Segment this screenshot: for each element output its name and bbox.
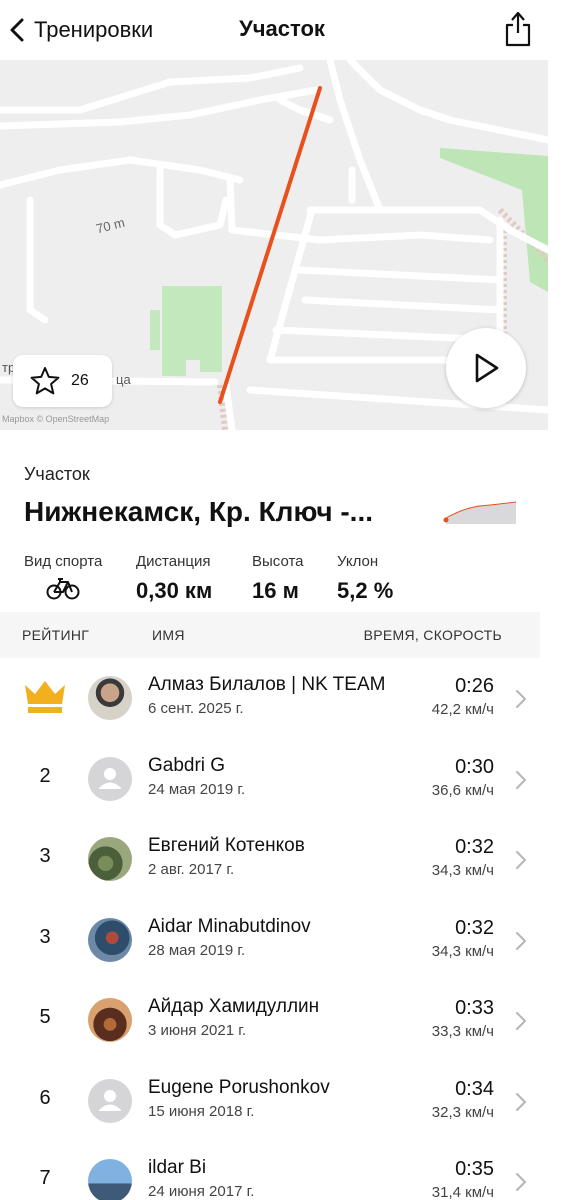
user-placeholder-icon [99,767,121,789]
effort-date: 2 авг. 2017 г. [148,861,235,878]
grade-value: 5,2 % [337,578,394,603]
athlete-name[interactable]: Айдар Хамидуллин [148,996,319,1018]
effort-date: 6 сент. 2025 г. [148,700,244,717]
chevron-right-icon [516,1012,526,1030]
avatar[interactable] [88,837,132,881]
effort-time: 0:26 [455,675,494,697]
leaderboard-row[interactable]: Алмаз Билалов | NK TEAM 6 сент. 2025 г. … [0,658,564,738]
effort-time: 0:30 [455,755,494,778]
leaderboard-header: РЕЙТИНГ ИМЯ ВРЕМЯ, СКОРОСТЬ [0,612,540,658]
effort-time: 0:33 [455,997,494,1019]
elevation-label: Высота [252,553,304,570]
street-label: ца [116,372,131,387]
effort-date: 28 мая 2019 г. [148,941,246,959]
chevron-right-icon [516,1092,526,1111]
avatar[interactable] [88,676,132,720]
elevation-value: 16 м [252,578,299,603]
user-placeholder-icon [99,1089,121,1111]
bicycle-icon [46,578,80,600]
play-button[interactable] [446,328,526,408]
effort-date: 24 мая 2019 г. [148,780,246,798]
chevron-right-icon [516,1173,526,1191]
leaderboard-row[interactable]: 7 ildar Bi 24 июня 2017 г. 0:35 31,4 км/ч [0,1141,564,1200]
segment-name: Нижнекамск, Кр. Ключ -... [24,496,374,527]
distance-value: 0,30 км [136,578,213,603]
effort-speed: 34,3 км/ч [431,942,494,960]
grade-label: Уклон [337,553,379,570]
column-name: ИМЯ [152,627,185,643]
effort-speed: 32,3 км/ч [431,1103,494,1121]
effort-speed: 34,3 км/ч [431,862,494,879]
effort-time: 0:32 [455,836,494,858]
rank-number: 5 [39,1006,51,1028]
avatar[interactable] [88,998,132,1042]
rank-number: 3 [39,845,51,867]
avatar[interactable] [88,1078,132,1123]
avatar[interactable] [88,756,132,801]
stat-elevation: Высота 16 м [252,553,304,604]
rank-number: 7 [39,1167,51,1189]
effort-date: 15 июня 2018 г. [148,1102,255,1120]
segment-map[interactable]: 70 m тр ца Mapbox © OpenStreetMap 26 [0,60,548,430]
athlete-name[interactable]: Евгений Котенков [148,835,305,857]
athlete-name[interactable]: Eugene Porushonkov [148,1077,330,1099]
leaderboard-row[interactable]: 6 Eugene Porushonkov 15 июня 2018 г. 0:3… [0,1061,564,1141]
leaderboard-row[interactable]: 5 Айдар Хамидуллин 3 июня 2021 г. 0:33 33… [0,980,564,1060]
share-icon[interactable] [502,10,534,48]
effort-time: 0:35 [455,1158,494,1180]
favorite-button[interactable]: 26 [13,355,112,407]
effort-speed: 31,4 км/ч [431,1184,494,1200]
rank-number: 2 [39,764,51,787]
chevron-right-icon [516,851,526,869]
stat-sport: Вид спорта [24,553,102,605]
elevation-profile-icon [443,501,516,524]
distance-label: Дистанция [136,553,211,570]
segment-label: Участок [24,464,90,484]
effort-speed: 33,3 км/ч [431,1023,494,1040]
page-title: Участок [239,16,325,41]
favorite-count: 26 [71,372,89,389]
column-rank: РЕЙТИНГ [22,627,90,643]
chevron-right-icon [516,931,526,950]
leaderboard-row[interactable]: 3 Aidar Minabutdinov 28 мая 2019 г. 0:32 … [0,900,564,980]
athlete-name[interactable]: ildar Bi [148,1157,206,1179]
athlete-name[interactable]: Aidar Minabutdinov [148,916,311,938]
effort-date: 24 июня 2017 г. [148,1183,255,1200]
avatar[interactable] [88,917,132,962]
stat-distance: Дистанция 0,30 км [136,553,212,604]
column-time-speed: ВРЕМЯ, СКОРОСТЬ [363,627,502,643]
sport-label: Вид спорта [24,553,103,570]
star-icon [30,367,60,395]
effort-time: 0:32 [455,916,494,939]
rank-number: 3 [39,925,51,948]
leaderboard-row[interactable]: 2 Gabdri G 24 мая 2019 г. 0:30 36,6 км/ч [0,739,564,819]
park-area [150,310,160,350]
effort-speed: 42,2 км/ч [431,701,494,718]
chevron-right-icon [516,690,526,708]
effort-date: 3 июня 2021 г. [148,1022,247,1039]
crown-icon [25,681,65,713]
avatar[interactable] [88,1159,132,1200]
athlete-name[interactable]: Gabdri G [148,755,225,777]
park-area [162,286,222,376]
athlete-name[interactable]: Алмаз Билалов | NK TEAM [148,674,385,696]
rank-number: 6 [39,1086,51,1109]
play-icon [475,353,499,383]
effort-speed: 36,6 км/ч [431,781,494,799]
chevron-right-icon [516,770,526,789]
leaderboard-row[interactable]: 3 Евгений Котенков 2 авг. 2017 г. 0:32 34… [0,819,564,899]
effort-time: 0:34 [455,1077,494,1100]
stat-grade: Уклон 5,2 % [337,553,393,604]
top-bar: Тренировки Участок [0,0,564,60]
map-attribution[interactable]: Mapbox © OpenStreetMap [2,414,109,424]
